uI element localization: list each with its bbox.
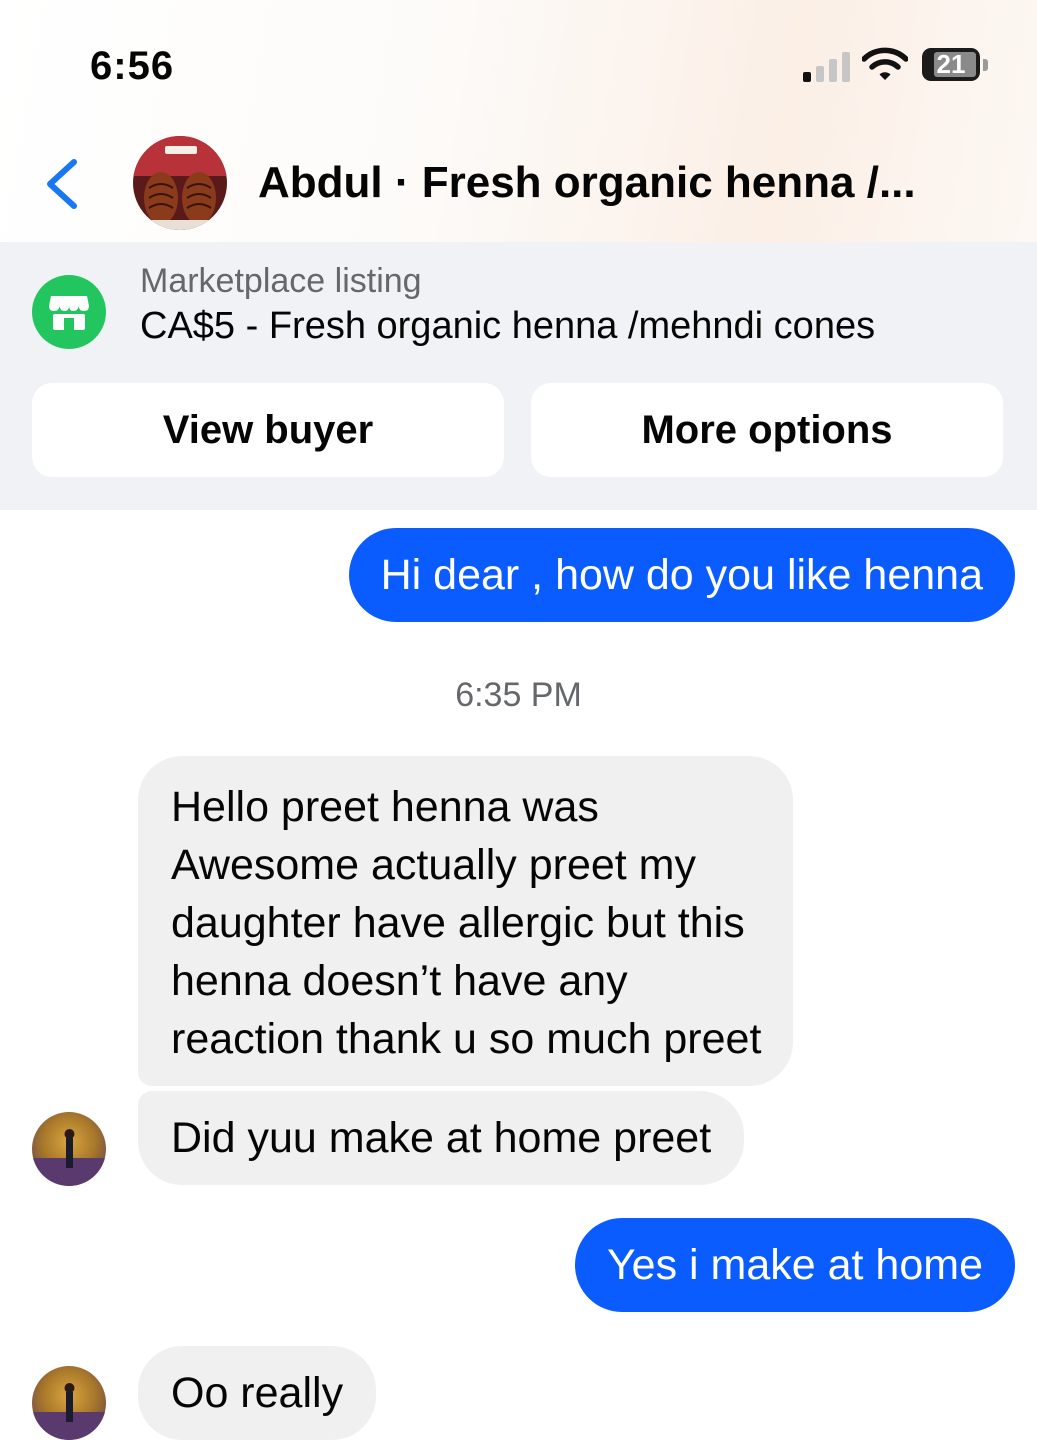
status-time: 6:56 bbox=[90, 44, 175, 88]
message-line: Hello preet henna was bbox=[171, 783, 599, 831]
more-options-button[interactable]: More options bbox=[531, 383, 1003, 477]
battery-icon: 21 bbox=[922, 48, 980, 81]
message-incoming[interactable]: Hello preet henna was Awesome actually p… bbox=[138, 756, 794, 1086]
message-timestamp: 6:35 PM bbox=[455, 676, 582, 714]
message-line: Awesome actually preet my bbox=[171, 841, 696, 889]
message-line: reaction thank u so much preet bbox=[171, 1015, 762, 1063]
sender-avatar[interactable] bbox=[32, 1112, 106, 1186]
back-chevron-icon[interactable] bbox=[40, 156, 84, 212]
contact-avatar[interactable] bbox=[133, 136, 227, 230]
message-outgoing[interactable]: Hi dear , how do you like henna bbox=[348, 528, 1015, 622]
marketplace-shop-icon bbox=[32, 275, 106, 349]
sender-avatar[interactable] bbox=[32, 1366, 106, 1440]
view-buyer-button[interactable]: View buyer bbox=[32, 383, 504, 477]
message-line: daughter have allergic but this bbox=[171, 899, 745, 947]
battery-nub bbox=[983, 59, 988, 71]
message-outgoing[interactable]: Yes i make at home bbox=[574, 1218, 1015, 1312]
cellular-signal-icon bbox=[803, 50, 851, 82]
listing-label: Marketplace listing bbox=[140, 262, 422, 300]
conversation-title[interactable]: Abdul · Fresh organic henna /... bbox=[258, 158, 916, 208]
listing-title[interactable]: CA$5 - Fresh organic henna /mehndi cones bbox=[140, 305, 875, 348]
wifi-icon bbox=[862, 47, 908, 80]
message-line: henna doesn’t have any bbox=[171, 957, 628, 1005]
message-incoming[interactable]: Oo really bbox=[138, 1346, 377, 1440]
message-incoming[interactable]: Did yuu make at home preet bbox=[138, 1091, 745, 1185]
battery-level: 21 bbox=[936, 49, 966, 79]
